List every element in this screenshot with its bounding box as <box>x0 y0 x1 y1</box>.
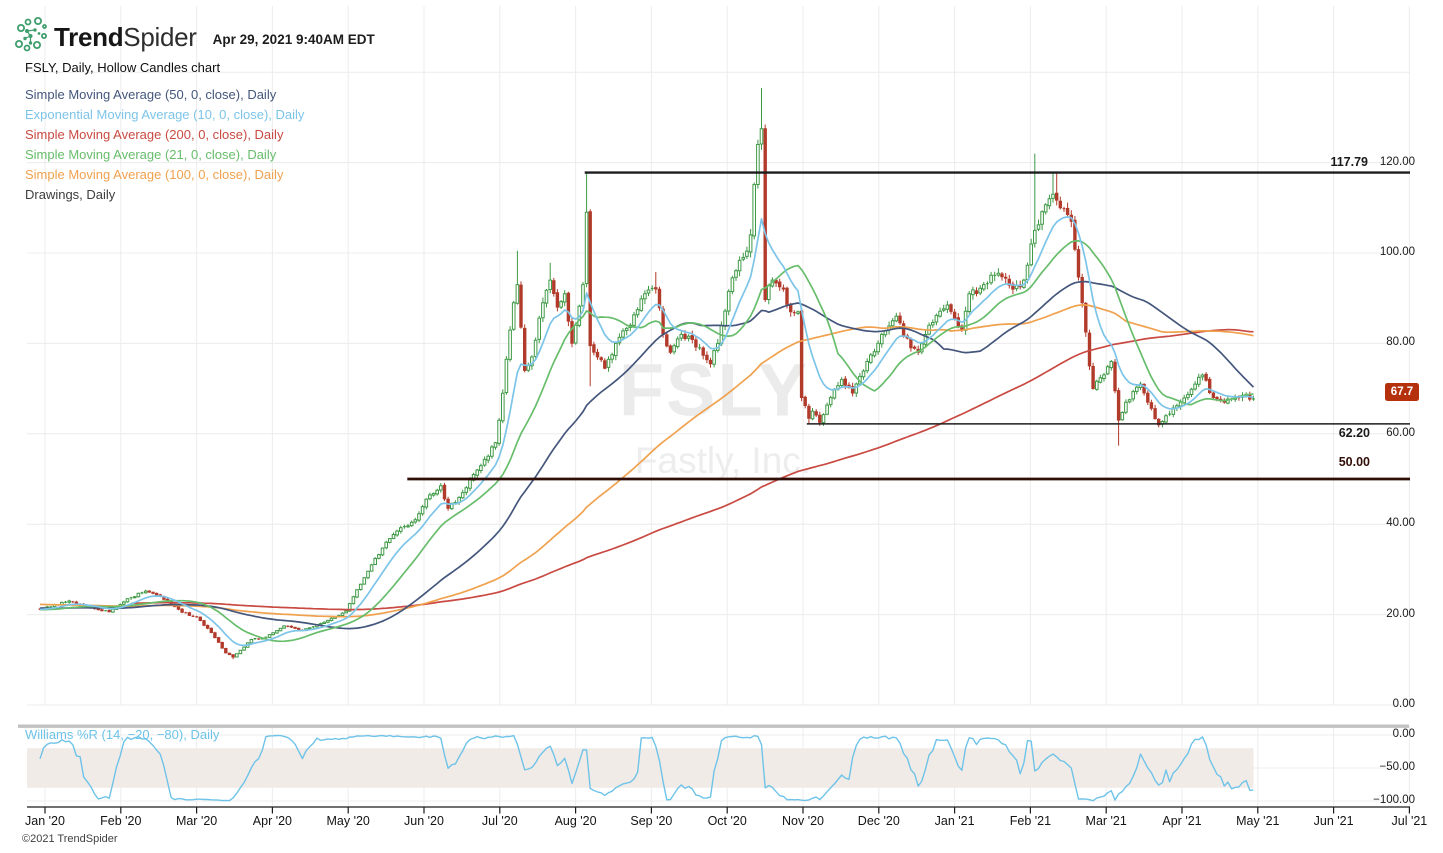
chart-title: FSLY, Daily, Hollow Candles chart <box>25 60 221 75</box>
x-axis-label: Feb '20 <box>100 814 142 828</box>
price-axis-label: 120.00 <box>1379 155 1415 168</box>
x-axis-label: Mar '21 <box>1085 814 1127 828</box>
copyright-footer: ©2021 TrendSpider <box>22 833 118 845</box>
price-axis-label: 0.00 <box>1392 698 1415 710</box>
x-axis-label: Jan '20 <box>25 814 65 828</box>
trendspider-chart-app: FSLY Fastly, Inc. TrendSpider Apr 29, 20… <box>0 0 1443 853</box>
legend-item-drawings[interactable]: Drawings, Daily <box>25 185 304 205</box>
price-axis-label: 80.00 <box>1386 336 1415 349</box>
sma-100-line[interactable] <box>39 304 1254 618</box>
x-axis-label: Jul '21 <box>1391 814 1428 828</box>
sma-200-line[interactable] <box>131 328 1254 611</box>
wr-axis-label: 0.00 <box>1392 728 1415 740</box>
x-axis-label: Jun '20 <box>404 814 444 828</box>
brand-trend: Trend <box>54 22 124 52</box>
price-axis-label: 40.00 <box>1386 517 1415 530</box>
x-axis-label: Apr '21 <box>1162 814 1202 828</box>
legend-item-sma50[interactable]: Simple Moving Average (50, 0, close), Da… <box>25 85 304 105</box>
x-axis-label: Jan '21 <box>934 814 975 828</box>
x-axis-label: Jul '20 <box>481 814 518 828</box>
legend-item-ema10[interactable]: Exponential Moving Average (10, 0, close… <box>25 105 304 125</box>
wr-axis-label: −50.00 <box>1379 761 1416 773</box>
x-axis-label: Apr '20 <box>252 814 292 828</box>
x-axis-label: Dec '20 <box>857 814 900 828</box>
x-axis-label: Jun '21 <box>1313 814 1354 828</box>
wr-axis-label: −100.00 <box>1373 794 1415 806</box>
x-axis-label: Oct '20 <box>707 814 747 828</box>
x-axis <box>27 806 1410 814</box>
legend-item-sma21[interactable]: Simple Moving Average (21, 0, close), Da… <box>25 145 304 165</box>
indicator-legend: Simple Moving Average (50, 0, close), Da… <box>25 85 304 205</box>
x-axis-label: May '21 <box>1236 814 1280 828</box>
sma-50-line[interactable] <box>40 280 1255 630</box>
panel-separator[interactable] <box>18 724 1409 728</box>
chart-timestamp: Apr 29, 2021 9:40AM EDT <box>212 32 375 47</box>
x-axis-label: May '20 <box>326 814 370 828</box>
x-axis-label: Feb '21 <box>1009 814 1052 828</box>
last-price-badge: 67.7 <box>1385 383 1419 401</box>
price-axis-label: 60.00 <box>1386 426 1415 439</box>
price-axis-label: 20.00 <box>1386 607 1415 620</box>
legend-item-sma200[interactable]: Simple Moving Average (200, 0, close), D… <box>25 125 304 145</box>
level-label-50-00[interactable]: 50.00 <box>1308 455 1370 469</box>
ema-10-line[interactable] <box>39 216 1254 647</box>
x-axis-label: Sep '20 <box>630 814 673 828</box>
legend-item-sma100[interactable]: Simple Moving Average (100, 0, close), D… <box>25 165 304 185</box>
brand-wordmark[interactable]: TrendSpider <box>54 22 197 53</box>
x-axis-label: Nov '20 <box>782 814 824 828</box>
x-axis-label: Aug '20 <box>554 814 597 828</box>
price-axis-label: 100.00 <box>1379 246 1415 258</box>
sma-21-line[interactable] <box>40 240 1254 643</box>
header: TrendSpider Apr 29, 2021 9:40AM EDT <box>14 17 375 58</box>
x-axis-label: Mar '20 <box>175 814 218 828</box>
brand-spider: Spider <box>123 22 197 52</box>
williams-r-legend[interactable]: Williams %R (14, −20, −80), Daily <box>25 727 219 742</box>
trendspider-logo-icon[interactable] <box>14 17 48 58</box>
